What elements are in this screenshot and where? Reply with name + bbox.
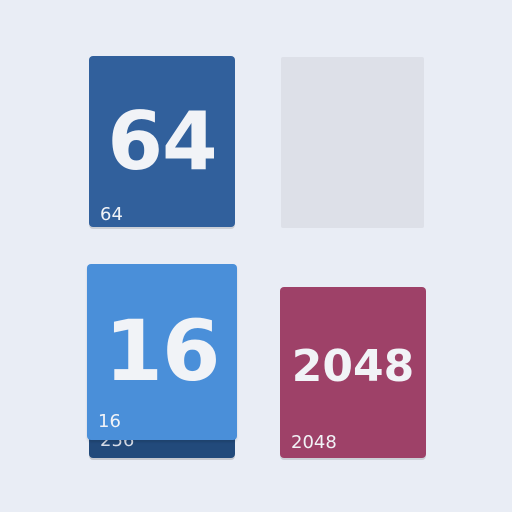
card-64[interactable]: 64 64 — [89, 56, 235, 227]
card-value: 16 — [104, 302, 221, 400]
card-value: 2048 — [291, 341, 415, 392]
card-corner-label: 16 — [98, 411, 121, 432]
card-16[interactable]: 16 16 — [87, 264, 237, 440]
card-2048[interactable]: 2048 2048 — [280, 287, 426, 458]
card-corner-label: 2048 — [291, 432, 337, 453]
game-board: 64 64 256 16 16 2048 2048 — [0, 0, 512, 512]
card-value: 64 — [107, 95, 217, 188]
empty-card-slot[interactable] — [281, 57, 424, 228]
card-corner-label: 64 — [100, 204, 123, 225]
